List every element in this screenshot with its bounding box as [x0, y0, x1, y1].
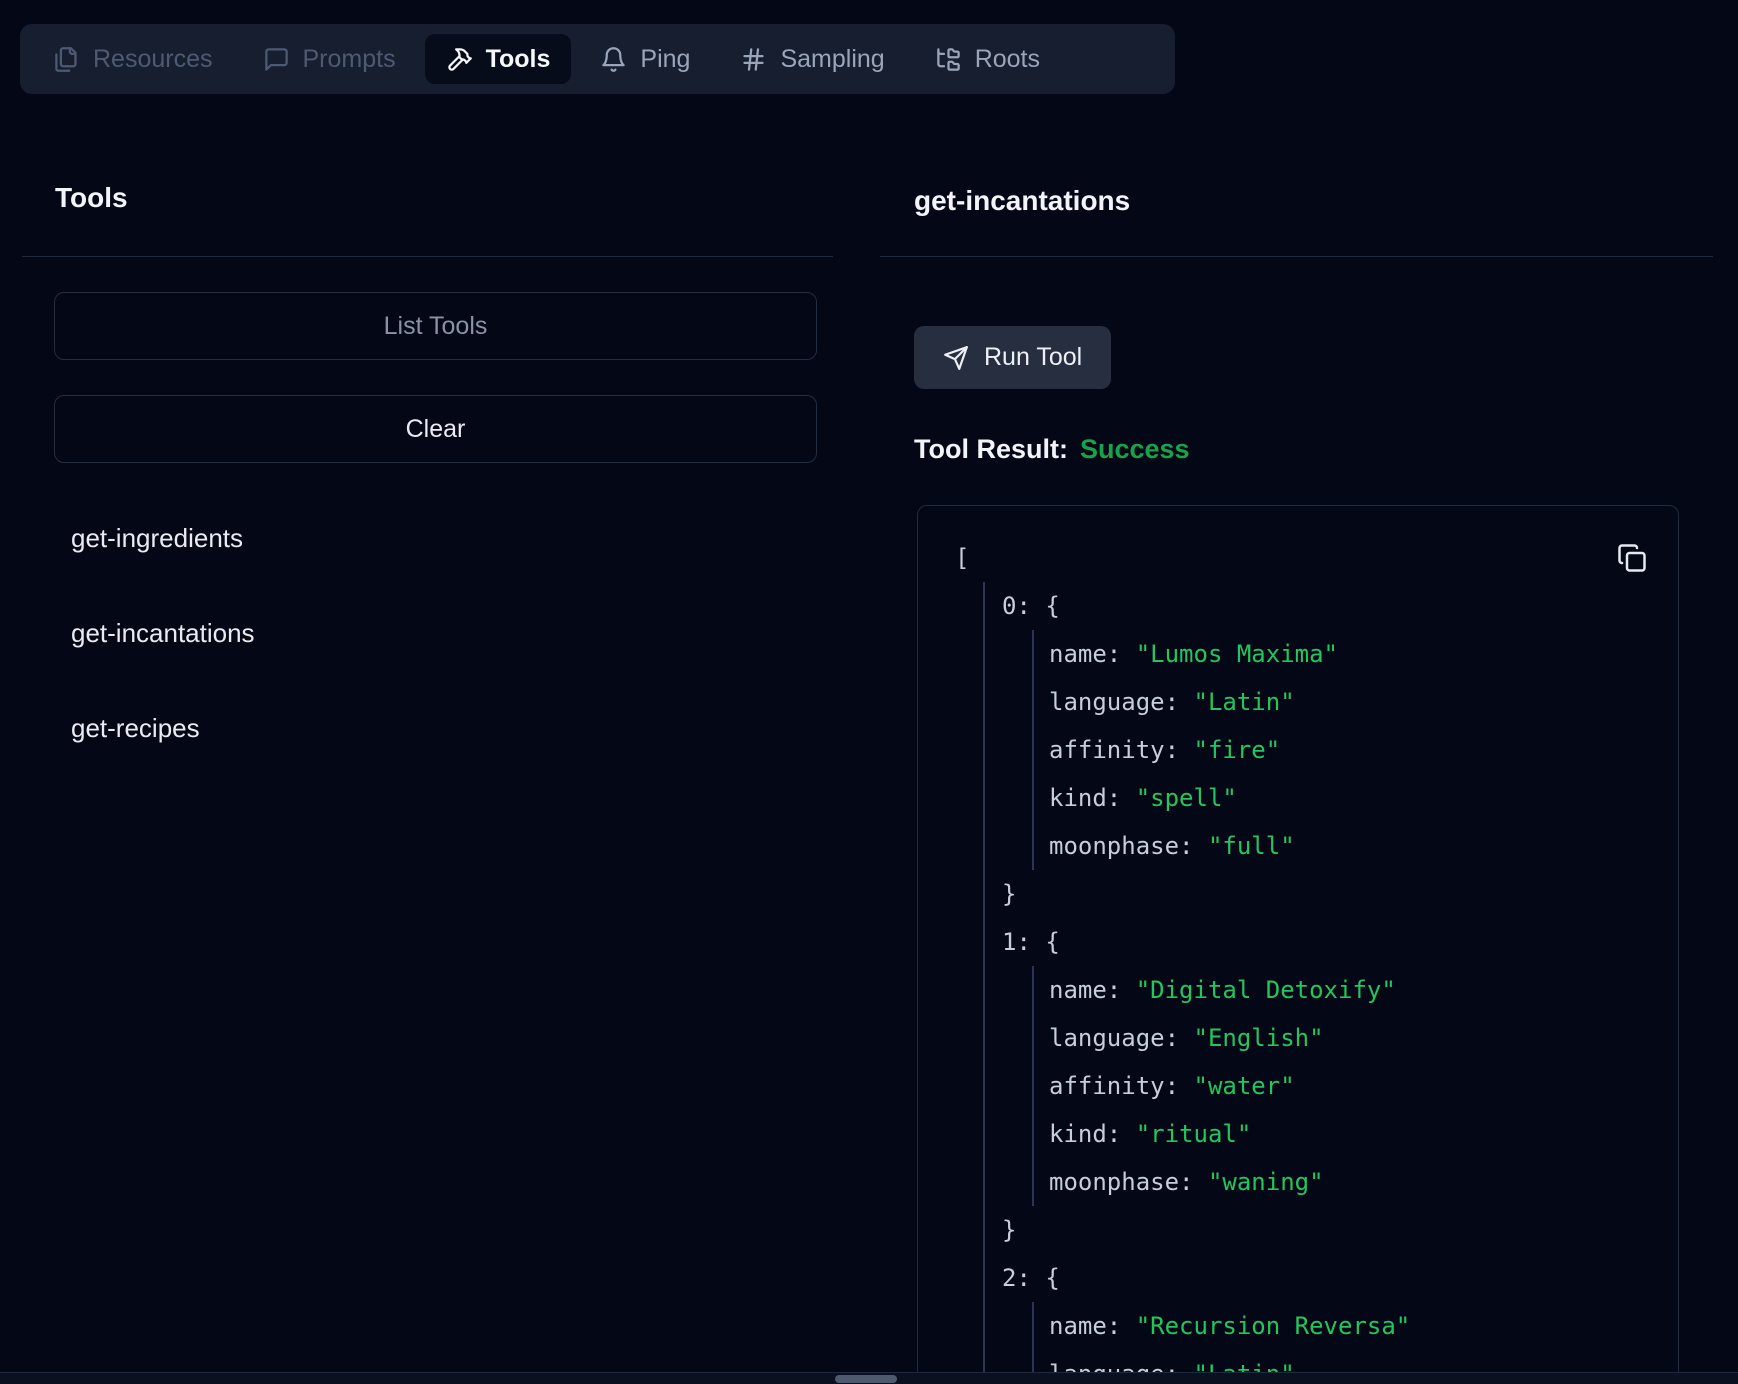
json-line: }	[1002, 870, 1410, 918]
json-line: kind: "ritual"	[1049, 1110, 1410, 1158]
json-line: 1: {	[1002, 918, 1410, 966]
json-line: kind: "spell"	[1049, 774, 1410, 822]
json-line: moonphase: "full"	[1049, 822, 1410, 870]
horizontal-scrollbar[interactable]	[0, 1372, 1738, 1384]
send-icon	[943, 345, 969, 371]
json-line: 2: {	[1002, 1254, 1410, 1302]
tool-result-label: Tool Result:	[914, 434, 1068, 464]
tool-result-status: Success	[1080, 434, 1190, 464]
tool-result-json-box: [0: {name: "Lumos Maxima"language: "Lati…	[917, 505, 1679, 1384]
right-panel-divider	[880, 256, 1713, 257]
json-line: name: "Lumos Maxima"	[1049, 630, 1410, 678]
run-tool-button[interactable]: Run Tool	[914, 326, 1111, 389]
json-object-level: name: "Lumos Maxima"language: "Latin"aff…	[1032, 630, 1410, 870]
json-line: }	[1002, 1206, 1410, 1254]
tool-detail-panel: get-incantations Run Tool Tool Result: Su…	[0, 0, 1738, 1384]
json-line: name: "Digital Detoxify"	[1049, 966, 1410, 1014]
copy-icon	[1617, 543, 1647, 573]
tool-result-line: Tool Result: Success	[914, 434, 1190, 465]
json-open-bracket: [	[955, 544, 969, 572]
json-line: name: "Recursion Reversa"	[1049, 1302, 1410, 1350]
run-tool-label: Run Tool	[984, 343, 1082, 372]
json-line: 0: {	[1002, 582, 1410, 630]
horizontal-scrollbar-thumb[interactable]	[835, 1375, 897, 1383]
mcp-inspector-page: ResourcesPromptsToolsPingSamplingRoots T…	[0, 0, 1738, 1384]
json-line: moonphase: "waning"	[1049, 1158, 1410, 1206]
json-line: affinity: "water"	[1049, 1062, 1410, 1110]
copy-button[interactable]	[1615, 542, 1649, 576]
json-array-level: 0: {name: "Lumos Maxima"language: "Latin…	[983, 582, 1410, 1384]
json-line: language: "English"	[1049, 1014, 1410, 1062]
json-line: language: "Latin"	[1049, 678, 1410, 726]
json-line: [	[955, 534, 1410, 582]
json-tree: [0: {name: "Lumos Maxima"language: "Lati…	[955, 534, 1410, 1384]
json-line: affinity: "fire"	[1049, 726, 1410, 774]
json-object-level: name: "Digital Detoxify"language: "Engli…	[1032, 966, 1410, 1206]
selected-tool-title: get-incantations	[914, 185, 1130, 217]
